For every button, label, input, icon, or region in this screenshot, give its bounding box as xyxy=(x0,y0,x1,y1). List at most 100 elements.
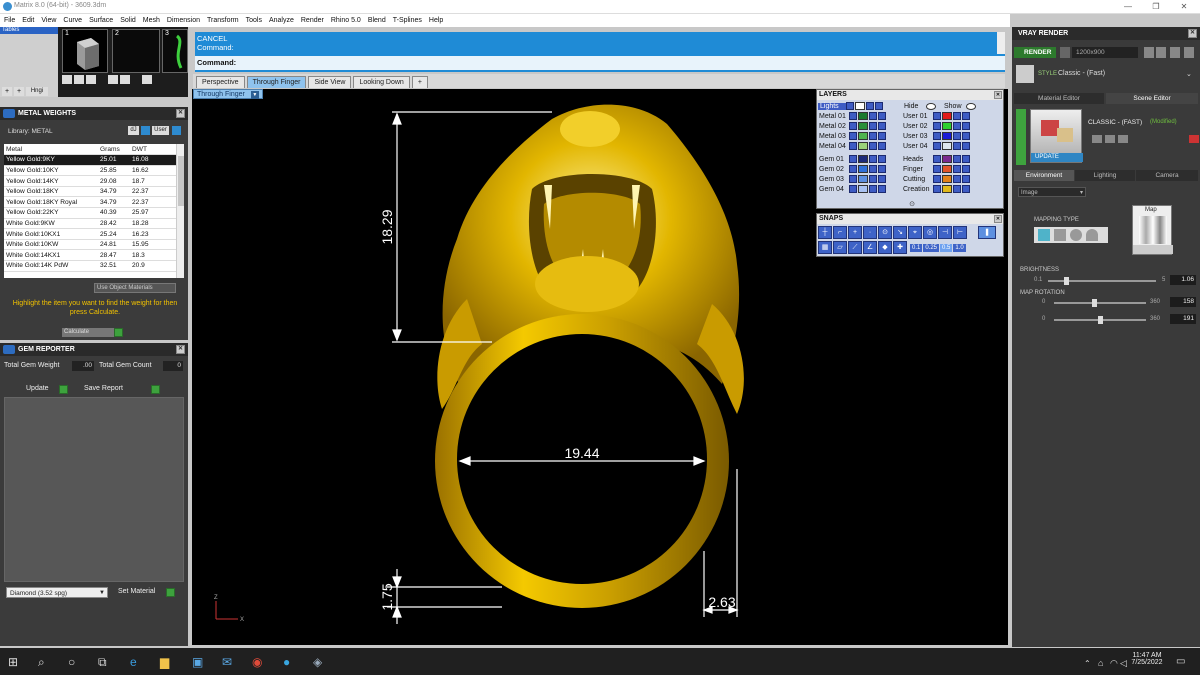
lock-icon[interactable] xyxy=(953,155,961,163)
snap-int-icon[interactable]: ↘ xyxy=(893,226,907,239)
snap-angle-icon[interactable]: ∠ xyxy=(863,241,877,254)
visibility-icon[interactable] xyxy=(962,122,970,130)
lock-icon[interactable] xyxy=(869,155,877,163)
layer-select-toggle[interactable] xyxy=(933,122,941,130)
layer-name[interactable]: Gem 04 xyxy=(817,186,849,193)
scene-selector[interactable] xyxy=(1016,109,1026,165)
lock-icon[interactable] xyxy=(869,185,877,193)
snap-grid-icon[interactable]: ▦ xyxy=(818,241,832,254)
layer-select-toggle[interactable] xyxy=(933,175,941,183)
layer-select-toggle[interactable] xyxy=(849,165,857,173)
table-row[interactable]: Yellow Gold:9KY 25.01 16.08 xyxy=(4,154,184,166)
lock-icon[interactable] xyxy=(953,112,961,120)
close-icon[interactable]: ✕ xyxy=(176,345,185,354)
visibility-icon[interactable] xyxy=(962,165,970,173)
layers-expand-icon[interactable]: ⊙ xyxy=(907,200,917,208)
menu-item-surface[interactable]: Surface xyxy=(89,17,113,24)
save-icon[interactable] xyxy=(1170,47,1180,58)
tab-through-finger[interactable]: Through Finger xyxy=(246,76,307,88)
layer-name[interactable]: Gem 02 xyxy=(817,166,849,173)
rotation-1-value[interactable]: 158 xyxy=(1170,297,1196,307)
save-report-go-icon[interactable] xyxy=(151,385,160,394)
menu-item-rhino-5-0[interactable]: Rhino 5.0 xyxy=(331,17,361,24)
snap-value-025[interactable]: 0.25 xyxy=(923,243,940,252)
close-icon[interactable]: ✕ xyxy=(994,91,1002,99)
tab-scene-editor[interactable]: Scene Editor xyxy=(1106,93,1198,104)
thumb-tool-2[interactable] xyxy=(74,75,84,84)
eye-open-icon[interactable] xyxy=(966,102,976,110)
brightness-slider[interactable] xyxy=(1048,277,1156,285)
user-button[interactable]: User xyxy=(152,126,169,135)
visibility-icon[interactable] xyxy=(878,175,886,183)
lock-icon[interactable] xyxy=(869,112,877,120)
layer-select-toggle[interactable] xyxy=(933,185,941,193)
calculate-button[interactable]: Calculate xyxy=(62,327,114,337)
layer-color-swatch[interactable] xyxy=(942,142,952,150)
file-explorer-icon[interactable]: ▆ xyxy=(160,656,169,668)
options-icon[interactable] xyxy=(1184,47,1194,58)
menu-item-edit[interactable]: Edit xyxy=(22,17,34,24)
snap-vertex-icon[interactable]: ◆ xyxy=(878,241,892,254)
lights-vis[interactable] xyxy=(875,102,883,110)
dj-button[interactable]: dJ xyxy=(128,126,139,135)
add-icon-2[interactable]: + xyxy=(14,86,24,96)
layer-select-toggle[interactable] xyxy=(849,185,857,193)
rotation-2-slider-thumb[interactable] xyxy=(1098,316,1103,324)
tray-chevron-icon[interactable]: ⌃ xyxy=(1084,658,1091,670)
close-icon[interactable]: ✕ xyxy=(176,109,185,118)
snap-point-icon[interactable]: + xyxy=(848,226,862,239)
snap-value-1[interactable]: 1.0 xyxy=(953,243,966,252)
visibility-icon[interactable] xyxy=(878,112,886,120)
edge-icon[interactable]: e xyxy=(130,656,137,668)
layer-select-toggle[interactable] xyxy=(933,165,941,173)
visibility-icon[interactable] xyxy=(962,112,970,120)
layer-name[interactable]: Gem 01 xyxy=(817,156,849,163)
snap-ortho-icon[interactable]: ⟋ xyxy=(848,241,862,254)
style-value[interactable]: Classic - (Fast) xyxy=(1058,70,1105,77)
hinge-button[interactable]: Hngi xyxy=(26,86,48,96)
visibility-icon[interactable] xyxy=(962,185,970,193)
wifi-icon[interactable]: ◠ xyxy=(1110,657,1118,669)
snap-value-01[interactable]: 0.1 xyxy=(910,243,923,252)
menu-item-file[interactable]: File xyxy=(4,17,15,24)
lock-icon[interactable] xyxy=(953,175,961,183)
snap-value-05[interactable]: 0.5 xyxy=(940,243,953,252)
clock[interactable]: 11:47 AM 7/25/2022 xyxy=(1130,652,1164,666)
map-preview[interactable]: Map xyxy=(1132,205,1173,255)
lock-icon[interactable] xyxy=(953,132,961,140)
visibility-icon[interactable] xyxy=(962,155,970,163)
scene-delete-icon[interactable] xyxy=(1189,135,1199,143)
layer-name[interactable]: User 04 xyxy=(901,143,933,150)
layer-name[interactable]: User 01 xyxy=(901,113,933,120)
rotation-1-slider[interactable] xyxy=(1054,299,1146,307)
layer-name[interactable]: Metal 02 xyxy=(817,123,849,130)
menu-item-help[interactable]: Help xyxy=(429,17,443,24)
layer-name[interactable]: Cutting xyxy=(901,176,933,183)
table-row[interactable]: White Gold:10KX1 25.24 16.23 xyxy=(4,228,184,240)
snap-tan-icon[interactable]: ◎ xyxy=(923,226,937,239)
minimize-button[interactable]: — xyxy=(1118,1,1138,13)
prev-icon[interactable] xyxy=(1144,47,1154,58)
lights-swatch[interactable] xyxy=(855,102,865,110)
tab-add[interactable]: + xyxy=(411,76,428,88)
lock-icon[interactable] xyxy=(869,175,877,183)
table-row[interactable]: Yellow Gold:10KY 25.85 16.62 xyxy=(4,165,184,177)
mapping-flat-icon[interactable] xyxy=(1038,229,1050,241)
menu-item-render[interactable]: Render xyxy=(301,17,324,24)
update-button[interactable]: Update xyxy=(26,385,49,392)
table-row[interactable]: Yellow Gold:18KY Royal 34.79 22.37 xyxy=(4,196,184,209)
snap-near-icon[interactable]: ⌐ xyxy=(833,226,847,239)
table-row[interactable]: White Gold:9KW 28.42 18.28 xyxy=(4,218,184,230)
tab-environment[interactable]: Environment xyxy=(1014,170,1074,181)
close-icon[interactable]: ✕ xyxy=(1188,29,1197,38)
lights-toggle[interactable] xyxy=(846,102,854,110)
lock-icon[interactable] xyxy=(869,132,877,140)
layer-name[interactable]: Heads xyxy=(901,156,933,163)
cortana-icon[interactable]: ○ xyxy=(68,656,75,668)
menu-item-transform[interactable]: Transform xyxy=(207,17,239,24)
tab-perspective[interactable]: Perspective xyxy=(196,76,245,88)
lock-icon[interactable] xyxy=(953,165,961,173)
snap-knot-icon[interactable]: ⊢ xyxy=(953,226,967,239)
layer-color-swatch[interactable] xyxy=(858,112,868,120)
visibility-icon[interactable] xyxy=(878,165,886,173)
